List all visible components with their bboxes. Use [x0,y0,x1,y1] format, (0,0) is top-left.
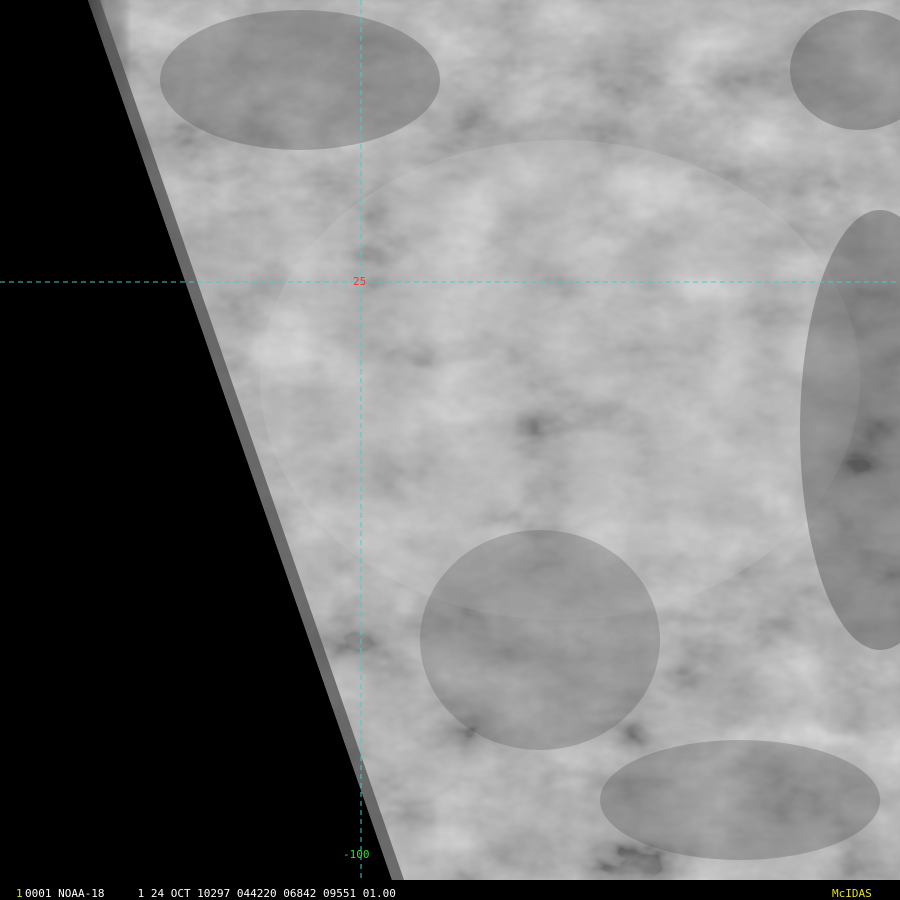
image-metadata-text: 0001 NOAA-18 1 24 OCT 10297 044220 06842… [25,887,396,900]
longitude-label: -100 [343,848,370,861]
image-info-bar: 1 0001 NOAA-18 1 24 OCT 10297 044220 068… [0,887,900,900]
latitude-label: 25 [353,275,367,288]
satellite-imagery [0,0,900,880]
mcidas-brand-label: McIDAS [832,887,872,900]
satellite-image-viewer: 25 -100 1 0001 NOAA-18 1 24 OCT 10297 04… [0,0,900,900]
frame-number: 1 [16,887,23,900]
